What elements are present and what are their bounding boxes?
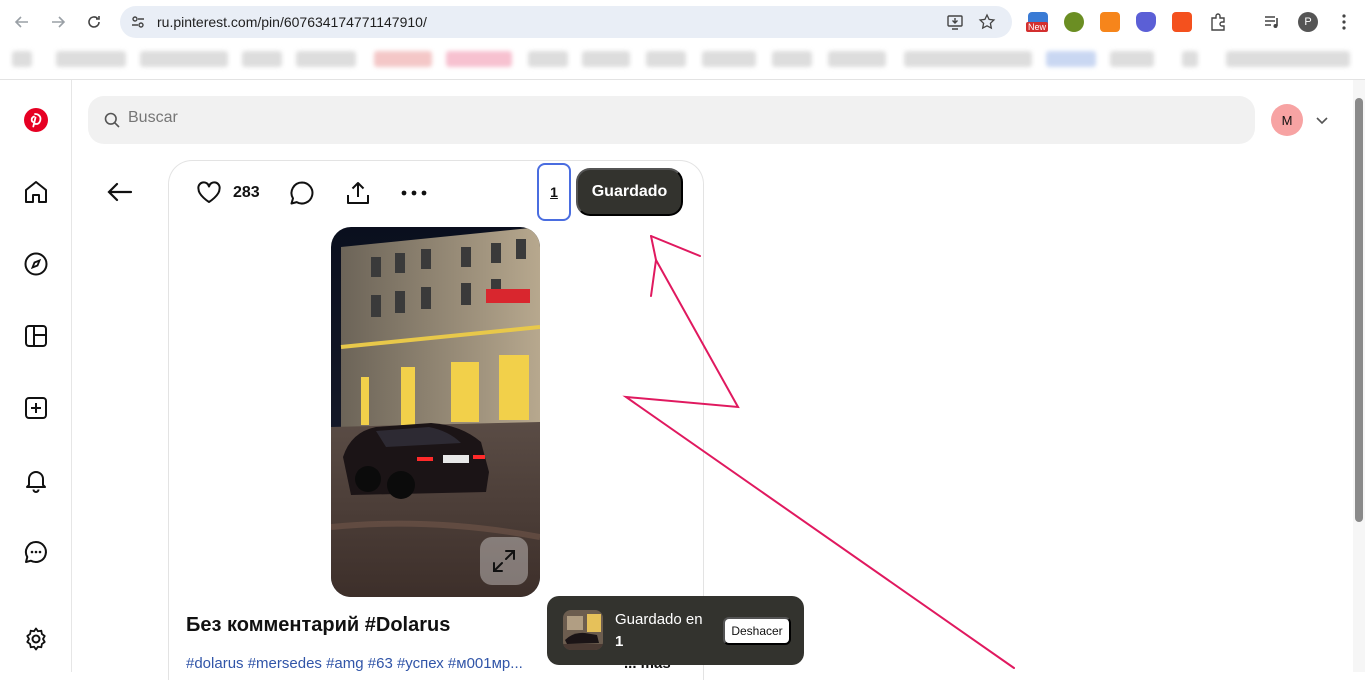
bookmark-item[interactable] [12,51,32,67]
bookmark-item[interactable] [374,51,432,67]
home-icon[interactable] [20,176,52,208]
forward-arrow-icon[interactable] [46,10,70,34]
extension-new-icon[interactable]: New [1026,12,1049,32]
reload-icon[interactable] [82,10,106,34]
bookmark-item[interactable] [702,51,756,67]
install-icon[interactable] [946,13,964,36]
toast-thumbnail [563,610,603,650]
extension-shield-icon[interactable] [1136,12,1156,32]
bookmark-item[interactable] [646,51,686,67]
bookmark-item[interactable] [1182,51,1198,67]
search-bar[interactable] [88,96,1255,144]
saved-toast: Guardado en 1 Deshacer [547,596,804,665]
address-bar[interactable]: ru.pinterest.com/pin/607634174771147910/ [120,6,1012,38]
explore-icon[interactable] [20,248,52,280]
chevron-down-icon[interactable] [1314,112,1330,133]
scrollbar-thumb[interactable] [1355,98,1363,522]
extensions-puzzle-icon[interactable] [1208,12,1228,32]
save-button[interactable]: Guardado [576,168,683,216]
extension-globe-icon[interactable] [1064,12,1084,32]
bookmark-item[interactable] [140,51,228,67]
more-icon[interactable] [400,181,428,210]
sidebar [0,80,72,672]
like-count: 283 [233,184,260,201]
search-icon [104,112,120,133]
share-icon[interactable] [344,179,372,212]
notifications-icon[interactable] [20,464,52,496]
user-avatar[interactable]: M [1271,104,1303,136]
bookmark-item[interactable] [904,51,1032,67]
extension-record-icon[interactable] [1172,12,1192,32]
back-arrow-icon[interactable] [104,176,136,208]
profile-avatar[interactable]: P [1298,12,1318,32]
bookmark-item[interactable] [1226,51,1350,67]
bookmark-item[interactable] [296,51,356,67]
pin-title: Без комментарий #Dolarus [186,614,451,636]
boards-icon[interactable] [20,320,52,352]
search-input[interactable] [128,109,728,127]
bookmark-item[interactable] [1046,51,1096,67]
url-text: ru.pinterest.com/pin/607634174771147910/ [157,14,427,30]
heart-icon[interactable] [196,181,222,210]
browser-menu-icon[interactable] [1334,12,1354,32]
bookmark-item[interactable] [56,51,126,67]
toast-message: Guardado en [615,611,703,628]
bookmark-item[interactable] [828,51,886,67]
page-scrollbar[interactable] [1353,80,1365,672]
bookmarks-bar [0,44,1365,74]
site-info-icon[interactable] [130,14,146,35]
extension-fox-icon[interactable] [1100,12,1120,32]
browser-toolbar: ru.pinterest.com/pin/607634174771147910/… [0,0,1365,80]
bookmark-item[interactable] [528,51,568,67]
messages-icon[interactable] [20,536,52,568]
bookmark-item[interactable] [1110,51,1154,67]
comment-icon[interactable] [289,180,315,211]
bookmark-item[interactable] [446,51,512,67]
back-nav-icon[interactable] [10,10,34,34]
board-selector[interactable]: 1 [537,163,571,221]
pinterest-logo-icon[interactable] [20,104,52,136]
toast-board[interactable]: 1 [615,631,703,653]
settings-icon[interactable] [20,623,52,655]
pin-tags[interactable]: #dolarus #mersedes #amg #63 #успех #м001… [186,655,566,672]
bookmark-item[interactable] [582,51,630,67]
new-badge: New [1026,22,1049,32]
undo-button[interactable]: Deshacer [723,617,791,645]
media-control-icon[interactable] [1262,12,1282,32]
bookmark-item[interactable] [772,51,812,67]
toast-text: Guardado en 1 [615,609,703,653]
star-icon[interactable] [978,13,996,36]
expand-icon[interactable] [480,537,528,585]
bookmark-item[interactable] [242,51,282,67]
create-icon[interactable] [20,392,52,424]
